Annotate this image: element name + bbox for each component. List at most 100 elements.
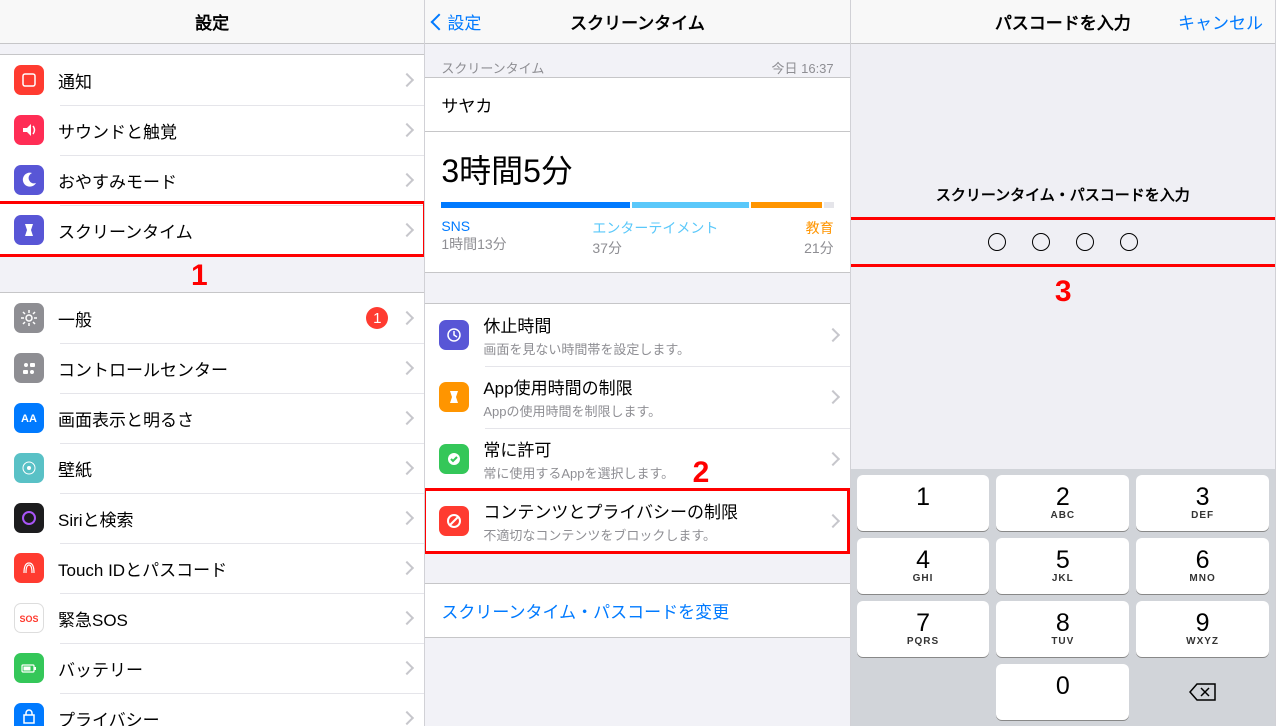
tutorial-step-1: 1	[191, 259, 208, 293]
passcode-dots	[851, 233, 1275, 251]
row-label: サウンドと触覚	[58, 118, 394, 143]
row-label: 画面表示と明るさ	[58, 406, 394, 431]
settings-row-control-center[interactable]: コントロールセンター	[0, 343, 424, 393]
category-value: 1時間13分	[441, 234, 506, 254]
usage-category: エンターテイメント37分	[592, 218, 718, 258]
key-number: 7	[916, 611, 930, 636]
settings-row-display[interactable]: AA画面表示と明るさ	[0, 393, 424, 443]
sounds-icon	[14, 115, 44, 145]
user-row[interactable]: サヤカ	[425, 77, 849, 132]
screentime-option-content[interactable]: コンテンツとプライバシーの制限不適切なコンテンツをブロックします。	[425, 490, 849, 552]
privacy-icon	[14, 703, 44, 726]
row-label: Touch IDとパスコード	[58, 556, 394, 581]
settings-row-dnd[interactable]: おやすみモード	[0, 155, 424, 205]
badge: 1	[366, 307, 388, 329]
settings-row-sos[interactable]: SOS 緊急SOS	[0, 593, 424, 643]
key-number: 2	[1056, 485, 1070, 510]
content-icon	[439, 506, 469, 536]
usage-bar	[441, 202, 833, 208]
usage-category: 教育21分	[804, 218, 834, 258]
settings-row-touchid[interactable]: Touch IDとパスコード	[0, 543, 424, 593]
row-label: コントロールセンター	[58, 356, 394, 381]
chevron-right-icon	[402, 311, 410, 325]
keypad-key-8[interactable]: 8TUV	[996, 601, 1129, 657]
category-value: 21分	[804, 238, 834, 258]
applimits-icon	[439, 382, 469, 412]
category-name: 教育	[804, 218, 834, 238]
settings-row-notifications[interactable]: 通知	[0, 55, 424, 105]
chevron-right-icon	[402, 511, 410, 525]
keypad-key-9[interactable]: 9WXYZ	[1136, 601, 1269, 657]
keypad-key-1[interactable]: 1	[857, 475, 990, 531]
key-letters: PQRS	[907, 636, 939, 647]
usage-bar-segment	[824, 202, 834, 208]
settings-row-siri[interactable]: Siriと検索	[0, 493, 424, 543]
screentime-panel: 設定 スクリーンタイム スクリーンタイム 今日 16:37 サヤカ 3時間5分 …	[425, 0, 850, 726]
cancel-button[interactable]: キャンセル	[1178, 9, 1263, 34]
settings-row-sounds[interactable]: サウンドと触覚	[0, 105, 424, 155]
tutorial-step-3: 3	[1055, 275, 1072, 309]
category-name: エンターテイメント	[592, 218, 718, 238]
passcode-dot	[988, 233, 1006, 251]
navbar-screentime: 設定 スクリーンタイム	[425, 0, 849, 44]
key-number: 0	[1056, 674, 1070, 699]
chevron-left-icon	[433, 12, 445, 32]
usage-categories: SNS1時間13分 エンターテイメント37分 教育21分	[441, 218, 833, 258]
row-label: スクリーンタイム	[58, 218, 394, 243]
keypad-key-0[interactable]: 0	[996, 664, 1129, 720]
key-letters: GHI	[913, 573, 934, 584]
keypad-key-4[interactable]: 4GHI	[857, 538, 990, 594]
keypad-key-5[interactable]: 5JKL	[996, 538, 1129, 594]
keypad-delete[interactable]	[1136, 664, 1269, 720]
key-number: 6	[1196, 548, 1210, 573]
key-letters: WXYZ	[1186, 636, 1219, 647]
screentime-option-applimits[interactable]: App使用時間の制限Appの使用時間を制限します。	[425, 366, 849, 428]
siri-icon	[14, 503, 44, 533]
settings-row-wallpaper[interactable]: 壁紙	[0, 443, 424, 493]
option-sub: 常に使用するAppを選択します。	[483, 463, 819, 482]
keypad-key-6[interactable]: 6MNO	[1136, 538, 1269, 594]
chevron-right-icon	[402, 223, 410, 237]
category-value: 37分	[592, 238, 718, 258]
passcode-dot	[1032, 233, 1050, 251]
key-letters: MNO	[1189, 573, 1215, 584]
screentime-header: スクリーンタイム 今日 16:37	[425, 44, 849, 77]
key-letters: TUV	[1051, 636, 1074, 647]
back-label: 設定	[447, 9, 481, 34]
usage-bar-segment	[632, 202, 750, 208]
keypad-blank	[857, 664, 990, 720]
row-label: プライバシー	[58, 706, 394, 726]
usage-bar-segment	[751, 202, 822, 208]
sos-icon: SOS	[14, 603, 44, 633]
key-number: 9	[1196, 611, 1210, 636]
keypad-key-3[interactable]: 3DEF	[1136, 475, 1269, 531]
row-label: 一般	[58, 306, 366, 331]
screentime-option-downtime[interactable]: 休止時間画面を見ない時間帯を設定します。	[425, 304, 849, 366]
row-label: おやすみモード	[58, 168, 394, 193]
keypad-key-7[interactable]: 7PQRS	[857, 601, 990, 657]
row-label: 緊急SOS	[58, 606, 394, 631]
backspace-icon	[1189, 682, 1217, 702]
back-button[interactable]: 設定	[433, 9, 481, 34]
category-name: SNS	[441, 218, 506, 234]
tutorial-step-2: 2	[693, 456, 710, 490]
settings-row-screentime[interactable]: スクリーンタイム	[0, 205, 424, 255]
chevron-right-icon	[402, 461, 410, 475]
settings-row-battery[interactable]: バッテリー	[0, 643, 424, 693]
key-number: 8	[1056, 611, 1070, 636]
control-center-icon	[14, 353, 44, 383]
passcode-prompt: スクリーンタイム・パスコードを入力	[851, 184, 1275, 205]
option-title: App使用時間の制限	[483, 374, 819, 399]
svg-text:SOS: SOS	[20, 614, 38, 624]
settings-row-privacy[interactable]: プライバシー	[0, 693, 424, 726]
chevron-right-icon	[402, 173, 410, 187]
settings-row-general[interactable]: 一般1	[0, 293, 424, 343]
wallpaper-icon	[14, 453, 44, 483]
keypad-key-2[interactable]: 2ABC	[996, 475, 1129, 531]
row-label: バッテリー	[58, 656, 394, 681]
navbar-title: 設定	[195, 9, 229, 34]
change-passcode-link[interactable]: スクリーンタイム・パスコードを変更	[425, 583, 849, 638]
screentime-option-allowed[interactable]: 常に許可常に使用するAppを選択します。	[425, 428, 849, 490]
link-label: スクリーンタイム・パスコードを変更	[441, 603, 729, 622]
numeric-keypad: 1 2ABC3DEF4GHI5JKL6MNO7PQRS8TUV9WXYZ0	[851, 469, 1275, 726]
